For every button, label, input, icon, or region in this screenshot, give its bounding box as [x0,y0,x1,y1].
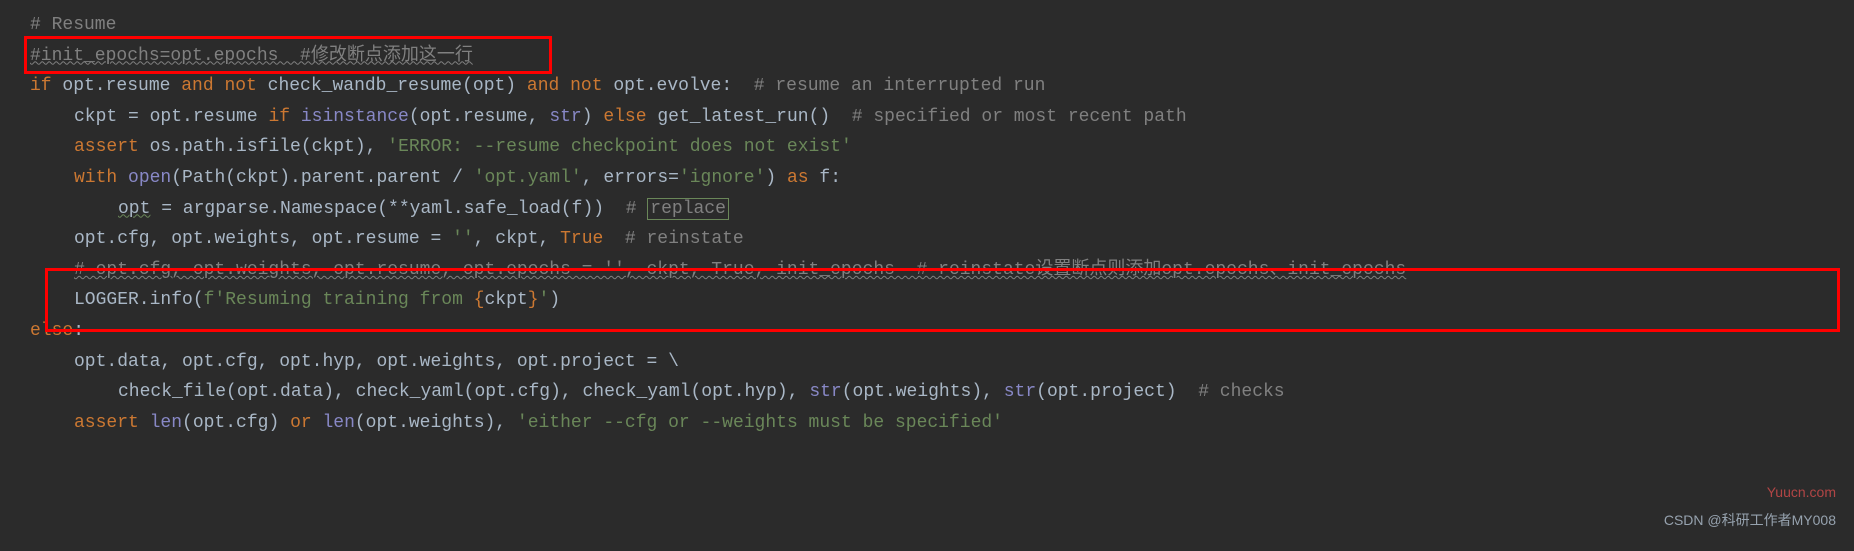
fstring: f'Resuming training from [204,290,474,310]
expr: LOGGER.info( [74,290,204,310]
expr: ckpt = opt.resume [74,107,268,127]
expr: = [668,168,679,188]
comment-text: #init_epochs=opt.epochs #修改断点添加这一行 [30,46,473,66]
expr: (Path(ckpt).parent.parent / [171,168,473,188]
builtin: len [150,413,182,433]
builtin: open [128,168,171,188]
keyword: else [603,107,657,127]
builtin: len [322,413,354,433]
expr: opt.evolve: [613,76,753,96]
expr: ckpt [484,290,527,310]
expr: = argparse.Namespace(**yaml.safe_load(f)… [150,199,625,219]
string-literal: 'ERROR: --resume checkpoint does not exi… [387,137,851,157]
expr: opt [118,199,150,219]
expr: ) [549,290,560,310]
expr: opt.resume [62,76,181,96]
code-line: else: [30,316,1854,347]
attribution-text: CSDN @科研工作者MY008 [1664,509,1836,533]
builtin: isinstance [301,107,409,127]
string-literal: 'either --cfg or --weights must be speci… [517,413,1003,433]
keyword: assert [74,413,150,433]
expr: opt.cfg, opt.weights, opt.resume = [74,229,452,249]
fstring: ' [539,290,550,310]
expr: : [73,321,84,341]
code-line: check_file(opt.data), check_yaml(opt.cfg… [30,377,1854,408]
kwarg: errors [603,168,668,188]
keyword: assert [74,137,150,157]
comment-text: # Resume [30,15,116,35]
expr: , ckpt, [474,229,560,249]
expr: (opt.project) [1036,382,1198,402]
code-line: ckpt = opt.resume if isinstance(opt.resu… [30,102,1854,133]
code-line: opt.cfg, opt.weights, opt.resume = '', c… [30,224,1854,255]
expr: get_latest_run() [657,107,851,127]
expr: (opt.weights), [842,382,1004,402]
boxed-replace: replace [647,198,729,220]
builtin: str [1004,382,1036,402]
code-line: LOGGER.info(f'Resuming training from {ck… [30,285,1854,316]
string-literal: '' [452,229,474,249]
keyword: and not [527,76,613,96]
expr: (opt.resume, [409,107,549,127]
code-line: opt = argparse.Namespace(**yaml.safe_loa… [30,194,1854,225]
expr: ) [765,168,787,188]
builtin: str [809,382,841,402]
fstring-brace: { [474,290,485,310]
code-line: #init_epochs=opt.epochs #修改断点添加这一行 [30,41,1854,72]
keyword: True [560,229,625,249]
comment-text: # reinstate [625,229,744,249]
comment-text: # resume an interrupted run [754,76,1046,96]
expr: ) [582,107,604,127]
comment-text: # opt.cfg, opt.weights, opt.resume, opt.… [74,260,1406,280]
expr: opt.data, opt.cfg, opt.hyp, opt.weights,… [74,352,679,372]
expr: , [582,168,604,188]
string-literal: 'ignore' [679,168,765,188]
expr: (opt.cfg) [182,413,290,433]
builtin: str [549,107,581,127]
expr: check_file(opt.data), check_yaml(opt.cfg… [118,382,809,402]
expr: (opt.weights), [355,413,517,433]
keyword: if [30,76,62,96]
expr: check_wandb_resume(opt) [268,76,527,96]
expr: f: [819,168,841,188]
code-line: with open(Path(ckpt).parent.parent / 'op… [30,163,1854,194]
keyword: or [290,413,322,433]
watermark-text: Yuucn.com [1767,481,1836,505]
fstring-brace: } [528,290,539,310]
comment-text: # specified or most recent path [852,107,1187,127]
code-line: # Resume [30,10,1854,41]
code-line: assert os.path.isfile(ckpt), 'ERROR: --r… [30,132,1854,163]
expr: os.path.isfile(ckpt), [150,137,388,157]
keyword: and not [181,76,267,96]
code-line: opt.data, opt.cfg, opt.hyp, opt.weights,… [30,347,1854,378]
comment-hash: # [626,199,648,219]
keyword: if [268,107,300,127]
keyword: else [30,321,73,341]
keyword: as [787,168,819,188]
code-line: if opt.resume and not check_wandb_resume… [30,71,1854,102]
comment-text: # checks [1198,382,1284,402]
keyword: with [74,168,128,188]
code-line: assert len(opt.cfg) or len(opt.weights),… [30,408,1854,439]
code-line: # opt.cfg, opt.weights, opt.resume, opt.… [30,255,1854,286]
string-literal: 'opt.yaml' [474,168,582,188]
